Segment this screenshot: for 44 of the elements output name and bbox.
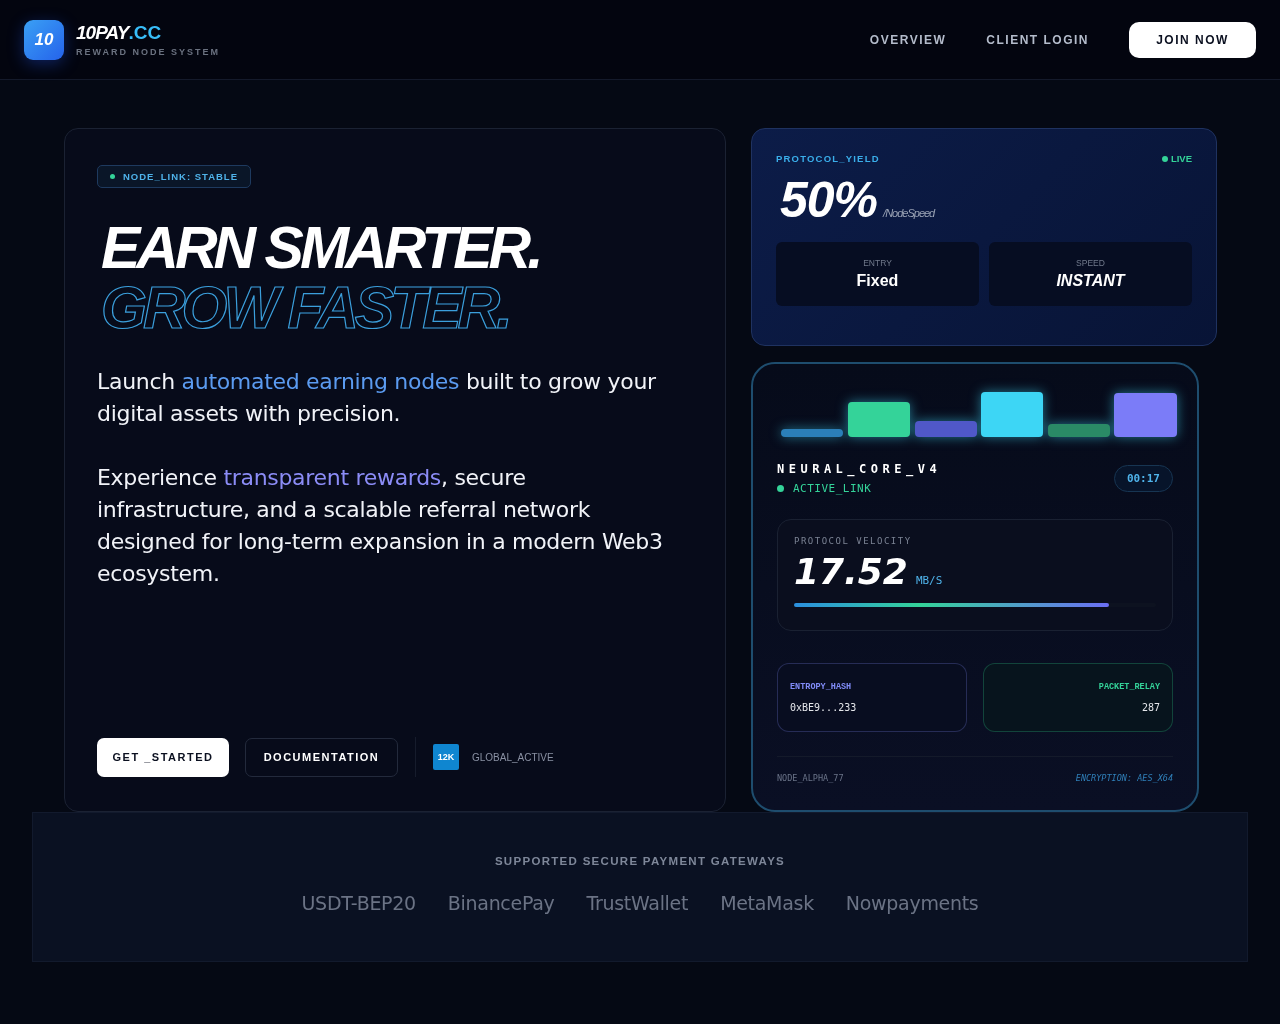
node-id: NODE_ALPHA_77: [777, 773, 844, 783]
stat-label: GLOBAL_ACTIVE: [472, 751, 554, 763]
live-dot: [1161, 155, 1168, 162]
status-dot: [110, 174, 115, 179]
nav-link[interactable]: CLIENT LOGIN: [986, 32, 1089, 47]
stat-tile-label: PACKET_RELAY: [1098, 682, 1160, 692]
velocity-value: 17.52: [794, 550, 908, 594]
node-status: ACTIVE_LINK: [793, 482, 872, 495]
get-started-button[interactable]: GET _STARTED: [97, 737, 229, 777]
hero-paragraph: Experience transparent rewards, secure infrastructure, and a scalable referral network designed for long-term expansion in a modern Web3 ecosystem.: [97, 464, 664, 588]
node-name: NEURAL_CORE_V4: [777, 462, 942, 476]
hero-paragraph: Launch automated earning nodes built to grow your digital assets with precision.: [97, 368, 657, 428]
gateways-title: SUPPORTED SECURE PAYMENT GATEWAYS: [494, 855, 786, 867]
stat-tile-value: 287: [1141, 702, 1160, 713]
tile-value: Fixed: [856, 272, 899, 290]
status-dot: [777, 485, 784, 492]
join-now-button[interactable]: JOIN NOW: [1129, 21, 1256, 58]
gateway-name: USDT-BEP20: [301, 892, 416, 914]
tile-label: ENTRY: [863, 258, 892, 268]
stat-tile-value: 0xBE9...233: [790, 702, 858, 713]
documentation-button[interactable]: DOCUMENTATION: [245, 737, 398, 777]
live-indicator: LIVE: [1161, 153, 1192, 164]
encryption-label: ENCRYPTION: AES_X64: [1075, 773, 1173, 783]
yield-value: 50%: [780, 172, 878, 228]
headline: EARN SMARTER.: [101, 218, 540, 278]
timer-pill: 00:17: [1113, 465, 1173, 492]
gateway-name: TrustWallet: [586, 892, 689, 914]
gateway-name: MetaMask: [720, 892, 814, 914]
tile-label: SPEED: [1076, 258, 1105, 268]
brand-name[interactable]: 10PAY.CC: [76, 22, 220, 44]
nav-link[interactable]: OVERVIEW: [869, 32, 947, 47]
count-badge: 12K: [433, 744, 459, 770]
velocity-unit: MB/S: [915, 574, 943, 587]
velocity-label: PROTOCOL VELOCITY: [794, 536, 913, 546]
yield-label: PROTOCOL_YIELD: [776, 153, 880, 164]
tile-value: INSTANT: [1056, 272, 1125, 290]
logo-badge[interactable]: 10: [24, 19, 64, 60]
stat-tile-label: ENTROPY_HASH: [790, 682, 853, 692]
status-pill: NODE_LINK: STABLE: [97, 165, 251, 188]
headline-outline: GROW FASTER.: [101, 278, 509, 338]
gateway-name: BinancePay: [447, 892, 555, 914]
gateway-name: Nowpayments: [845, 892, 979, 914]
brand-tagline: REWARD NODE SYSTEM: [76, 47, 220, 57]
yield-unit: /NodeSpeed: [883, 207, 935, 219]
